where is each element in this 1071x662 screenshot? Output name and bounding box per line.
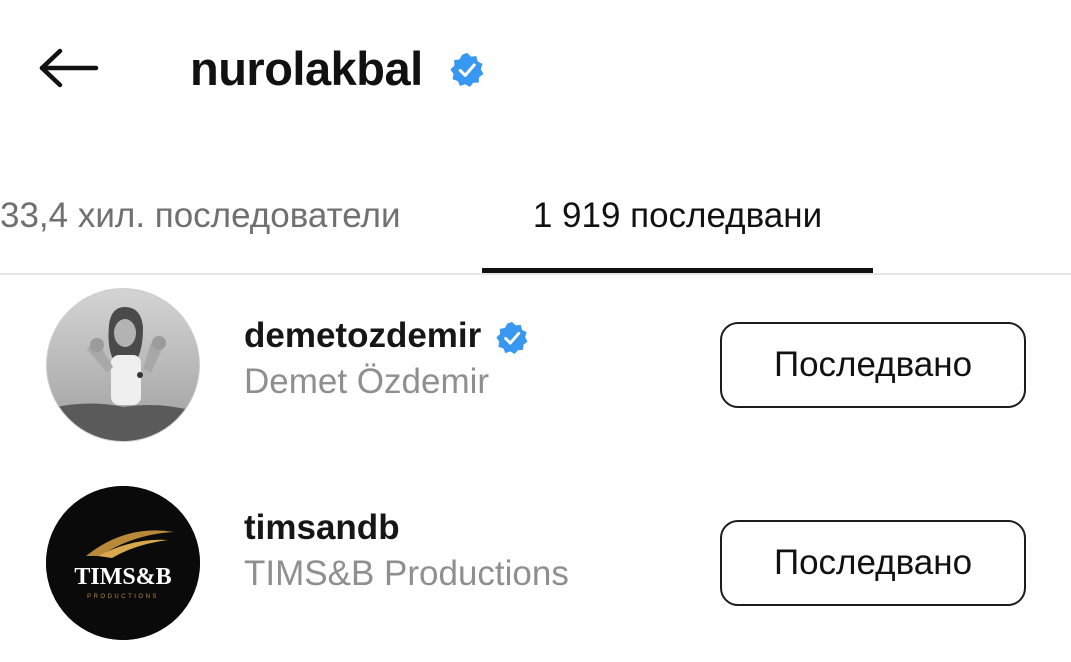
avatar[interactable]: TIMS&B PRODUCTIONS [46, 486, 200, 640]
tab-followers[interactable]: 33,4 хил. последователи [0, 160, 460, 272]
full-name: TIMS&B Productions [244, 554, 569, 593]
list-item: demetozdemir Demet Özdemir Последвано [0, 288, 1071, 463]
user-names: timsandb TIMS&B Productions [244, 504, 569, 594]
tab-following[interactable]: 1 919 последвани [482, 160, 873, 272]
back-button[interactable] [30, 38, 106, 98]
logo-subtext: PRODUCTIONS [87, 594, 159, 600]
username-line: timsandb [244, 504, 569, 552]
profile-photo [47, 289, 199, 441]
arrow-left-icon [39, 48, 99, 88]
verified-badge-icon [495, 321, 529, 355]
tabs-divider [0, 273, 1071, 275]
avatar[interactable] [46, 288, 200, 442]
profile-title: nurolakbal [190, 36, 485, 100]
top-bar: nurolakbal [0, 0, 1071, 130]
username[interactable]: timsandb [244, 508, 400, 548]
tab-followers-label: 33,4 хил. последователи [0, 196, 401, 235]
page-title: nurolakbal [190, 41, 423, 95]
brand-logo: TIMS&B PRODUCTIONS [46, 486, 200, 640]
verified-badge-icon [449, 52, 485, 88]
tab-following-label: 1 919 последвани [532, 196, 823, 235]
full-name: Demet Özdemir [244, 362, 490, 401]
username[interactable]: demetozdemir [244, 316, 481, 356]
username-line: demetozdemir [244, 312, 529, 360]
follow-tabs: 33,4 хил. последователи 1 919 последвани [0, 160, 1071, 276]
list-item: TIMS&B PRODUCTIONS timsandb TIMS&B Produ… [0, 486, 1071, 661]
user-names: demetozdemir Demet Özdemir [244, 312, 529, 402]
logo-text: TIMS&B [74, 564, 171, 590]
following-button[interactable]: Последвано [720, 520, 1026, 606]
following-button[interactable]: Последвано [720, 322, 1026, 408]
